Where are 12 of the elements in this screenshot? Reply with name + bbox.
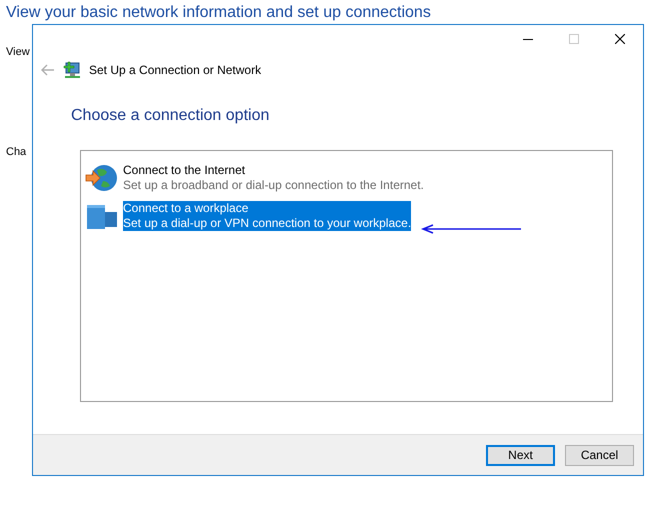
globe-icon (85, 163, 119, 193)
dialog-title: Set Up a Connection or Network (89, 63, 262, 77)
window-heading: View your basic network information and set up connections (6, 3, 431, 22)
network-icon (63, 61, 81, 79)
dialog-button[interactable]: Cancel (565, 444, 634, 466)
close-icon[interactable] (615, 34, 625, 44)
dialog-button[interactable]: Next (486, 444, 555, 466)
connection-option[interactable]: Connect to a workplace Set up a dial-up or VPN connection to your workplace. (123, 201, 412, 231)
section-label: View (6, 46, 30, 58)
section-label: Cha (6, 146, 26, 158)
dialog-heading: Choose a connection option (71, 107, 270, 125)
connection-option[interactable]: Connect to the Internet Set up a broadband or dial-up connection to the Internet. (123, 163, 424, 193)
